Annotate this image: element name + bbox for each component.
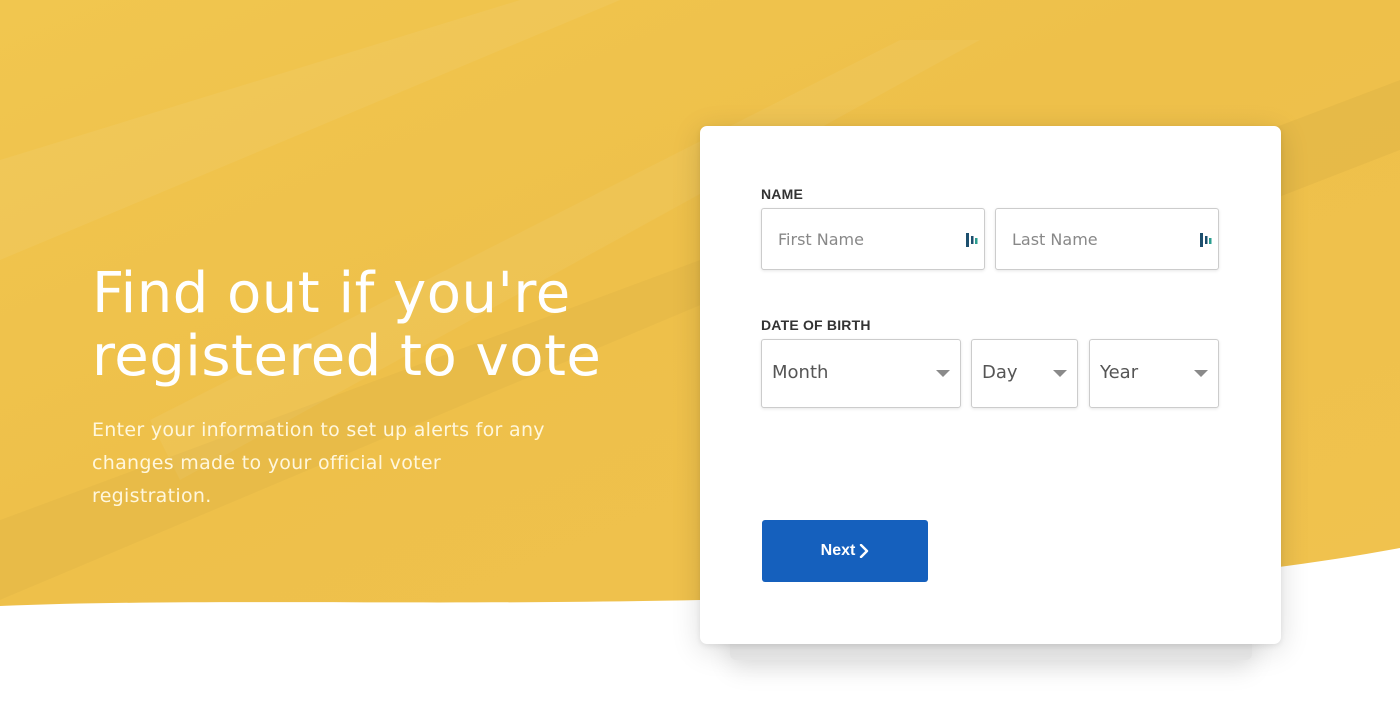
contact-autofill-icon[interactable] bbox=[966, 233, 978, 247]
first-name-field[interactable] bbox=[761, 208, 985, 270]
month-select-value: Month bbox=[772, 362, 829, 383]
next-button-label: Next bbox=[820, 542, 856, 559]
date-of-birth-label: DATE OF BIRTH bbox=[761, 317, 871, 333]
name-label: NAME bbox=[761, 186, 804, 202]
hero-title: Find out if you're registered to vote bbox=[92, 262, 652, 388]
day-select[interactable]: Day bbox=[971, 339, 1078, 408]
hero-subtitle: Enter your information to set up alerts … bbox=[92, 419, 545, 507]
month-select[interactable]: Month bbox=[761, 339, 961, 408]
voter-registration-page: Find out if you're registered to vote En… bbox=[0, 0, 1400, 725]
hero-title-line-2: registered to vote bbox=[92, 324, 602, 389]
hero-title-line-1: Find out if you're bbox=[92, 261, 571, 326]
last-name-field[interactable] bbox=[995, 208, 1219, 270]
next-button[interactable]: Next bbox=[762, 520, 928, 582]
caret-down-icon bbox=[1053, 370, 1067, 377]
chevron-right-icon bbox=[860, 544, 869, 558]
caret-down-icon bbox=[1194, 370, 1208, 377]
last-name-input[interactable] bbox=[996, 209, 1218, 269]
first-name-input[interactable] bbox=[762, 209, 984, 269]
caret-down-icon bbox=[936, 370, 950, 377]
year-select[interactable]: Year bbox=[1089, 339, 1219, 408]
lookup-form-card: NAME DATE OF BIRTH Month Day bbox=[700, 126, 1281, 644]
day-select-value: Day bbox=[982, 362, 1018, 383]
contact-autofill-icon[interactable] bbox=[1200, 233, 1212, 247]
year-select-value: Year bbox=[1100, 362, 1139, 383]
hero-copy: Find out if you're registered to vote En… bbox=[92, 262, 652, 513]
